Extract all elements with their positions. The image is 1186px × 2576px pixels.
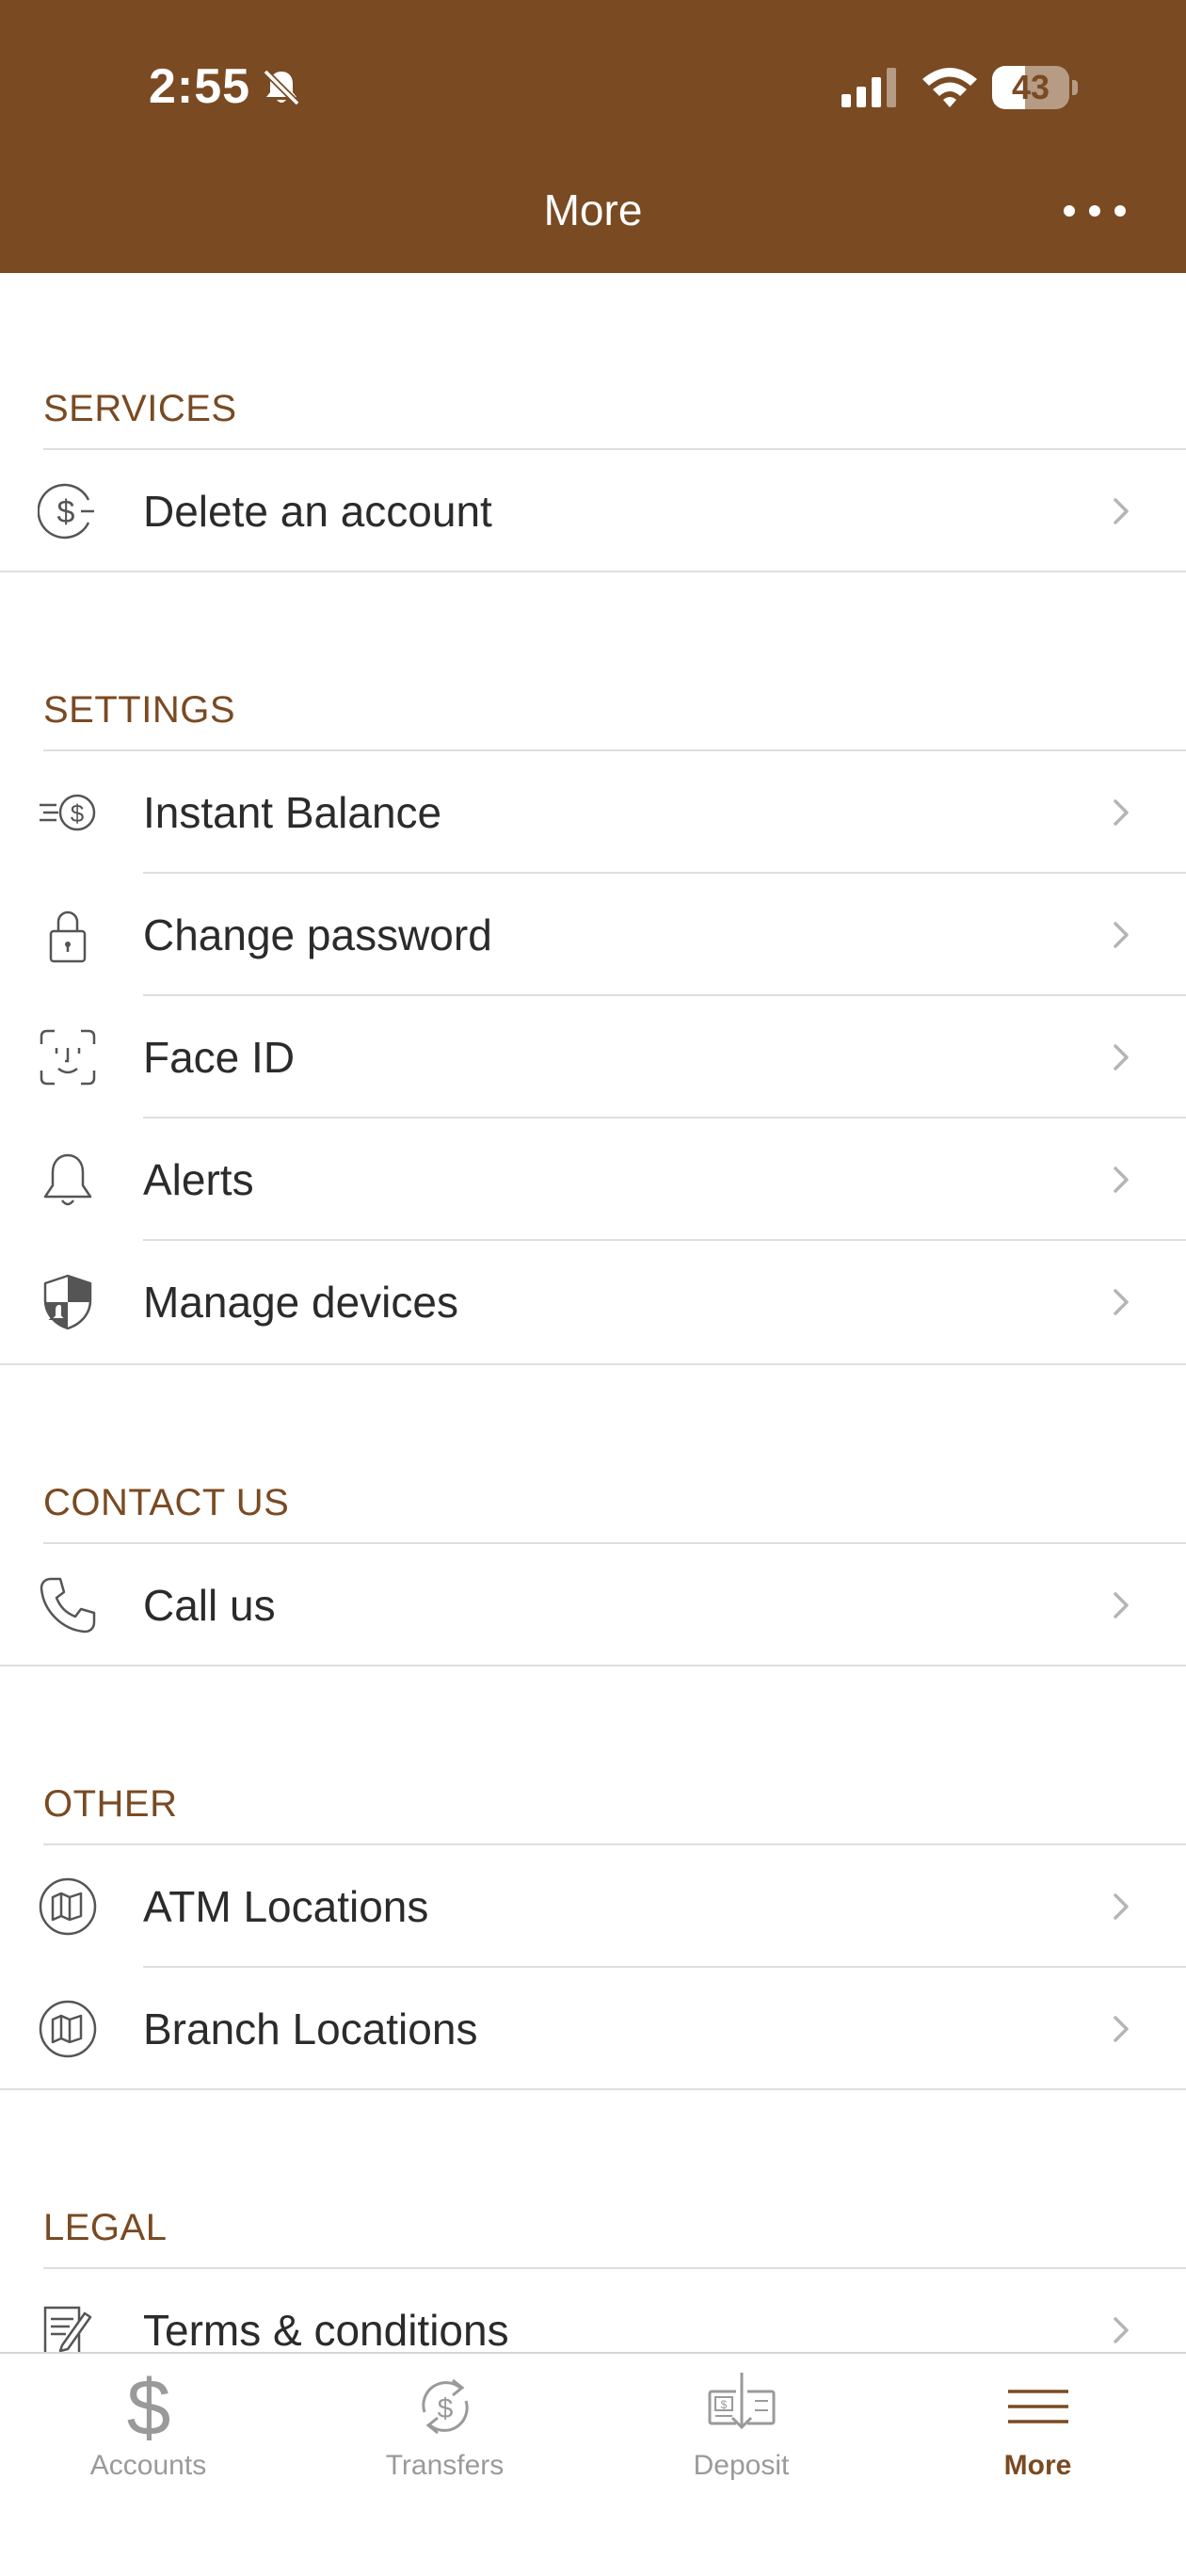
row-label: Call us — [143, 1581, 276, 1630]
chevron-right-icon — [1114, 2016, 1129, 2042]
phone-icon — [40, 1577, 96, 1634]
chevron-right-icon — [1114, 1167, 1129, 1193]
bottom-tab-bar: $ Accounts $ Transfers $ Deposit More — [0, 2352, 1186, 2576]
section-header-services: SERVICES — [43, 388, 237, 429]
check-deposit-icon: $ — [708, 2373, 776, 2430]
transfer-icon: $ — [422, 2378, 469, 2435]
terms-conditions-row[interactable]: Terms & conditions — [0, 2269, 1186, 2352]
chevron-right-icon — [1114, 2317, 1129, 2343]
face-id-icon — [40, 1029, 96, 1086]
svg-text:$: $ — [71, 799, 85, 828]
section-header-contact-us: CONTACT US — [43, 1482, 290, 1523]
svg-text:$: $ — [721, 2398, 728, 2411]
svg-text:$: $ — [127, 2369, 171, 2444]
tab-label: Transfers — [385, 2450, 505, 2481]
row-label: Branch Locations — [143, 2004, 478, 2053]
battery-indicator: 43 — [992, 66, 1079, 109]
menu-icon — [1008, 2390, 1068, 2423]
instant-balance-row[interactable]: $ Instant Balance — [0, 751, 1186, 874]
atm-locations-row[interactable]: ATM Locations — [0, 1845, 1186, 1968]
row-label: Instant Balance — [143, 788, 442, 837]
dollar-circle-icon: $ — [38, 483, 94, 539]
row-label: Change password — [143, 910, 492, 959]
instant-balance-icon: $ — [40, 794, 96, 831]
tab-deposit[interactable]: $ Deposit — [593, 2354, 890, 2576]
tab-accounts[interactable]: $ Accounts — [0, 2354, 296, 2576]
bell-icon — [43, 1153, 92, 1206]
tab-label: Deposit — [693, 2450, 790, 2481]
face-id-row[interactable]: Face ID — [0, 996, 1186, 1119]
chevron-right-icon — [1114, 498, 1129, 524]
battery-percent: 43 — [1011, 68, 1050, 106]
tab-transfers[interactable]: $ Transfers — [296, 2354, 593, 2576]
tab-label: More — [1003, 2450, 1072, 2481]
map-icon — [39, 1877, 97, 1936]
delete-account-row[interactable]: $ Delete an account — [0, 450, 1186, 572]
row-label: Delete an account — [143, 487, 492, 536]
row-label: Face ID — [143, 1033, 296, 1082]
status-time: 2:55 — [149, 59, 251, 114]
call-us-row[interactable]: Call us — [0, 1544, 1186, 1666]
app-header: 2:55 43 More — [0, 0, 1186, 273]
document-icon — [43, 2306, 92, 2352]
row-label: Manage devices — [143, 1278, 458, 1327]
row-label: ATM Locations — [143, 1882, 429, 1931]
more-options-button[interactable] — [1064, 190, 1126, 232]
svg-text:$: $ — [438, 2393, 454, 2424]
chevron-right-icon — [1114, 1893, 1129, 1920]
manage-devices-row[interactable]: Manage devices — [0, 1241, 1186, 1363]
cellular-signal-icon — [841, 68, 896, 107]
section-header-legal: LEGAL — [43, 2207, 168, 2248]
chevron-right-icon — [1114, 1289, 1129, 1315]
tab-label: Accounts — [89, 2450, 207, 2481]
page-title: More — [543, 185, 643, 234]
svg-text:$: $ — [57, 494, 75, 530]
section-header-settings: SETTINGS — [43, 689, 236, 731]
row-label: Terms & conditions — [143, 2306, 509, 2352]
chevron-right-icon — [1114, 1592, 1129, 1618]
chevron-right-icon — [1114, 922, 1129, 948]
change-password-row[interactable]: Change password — [0, 874, 1186, 996]
map-icon — [39, 2000, 97, 2058]
alerts-row[interactable]: Alerts — [0, 1119, 1186, 1241]
lock-icon — [49, 910, 87, 963]
branch-locations-row[interactable]: Branch Locations — [0, 1968, 1186, 2090]
wifi-icon — [922, 68, 977, 107]
row-label: Alerts — [143, 1155, 254, 1204]
dollar-icon: $ — [127, 2369, 171, 2444]
shield-icon — [43, 1274, 92, 1330]
section-header-other: OTHER — [43, 1783, 178, 1825]
chevron-right-icon — [1114, 799, 1129, 826]
settings-list: SERVICES $ Delete an account SETTINGS $ … — [0, 273, 1186, 2352]
silent-bell-icon — [263, 69, 300, 106]
chevron-right-icon — [1114, 1044, 1129, 1071]
tab-more[interactable]: More — [890, 2354, 1186, 2576]
